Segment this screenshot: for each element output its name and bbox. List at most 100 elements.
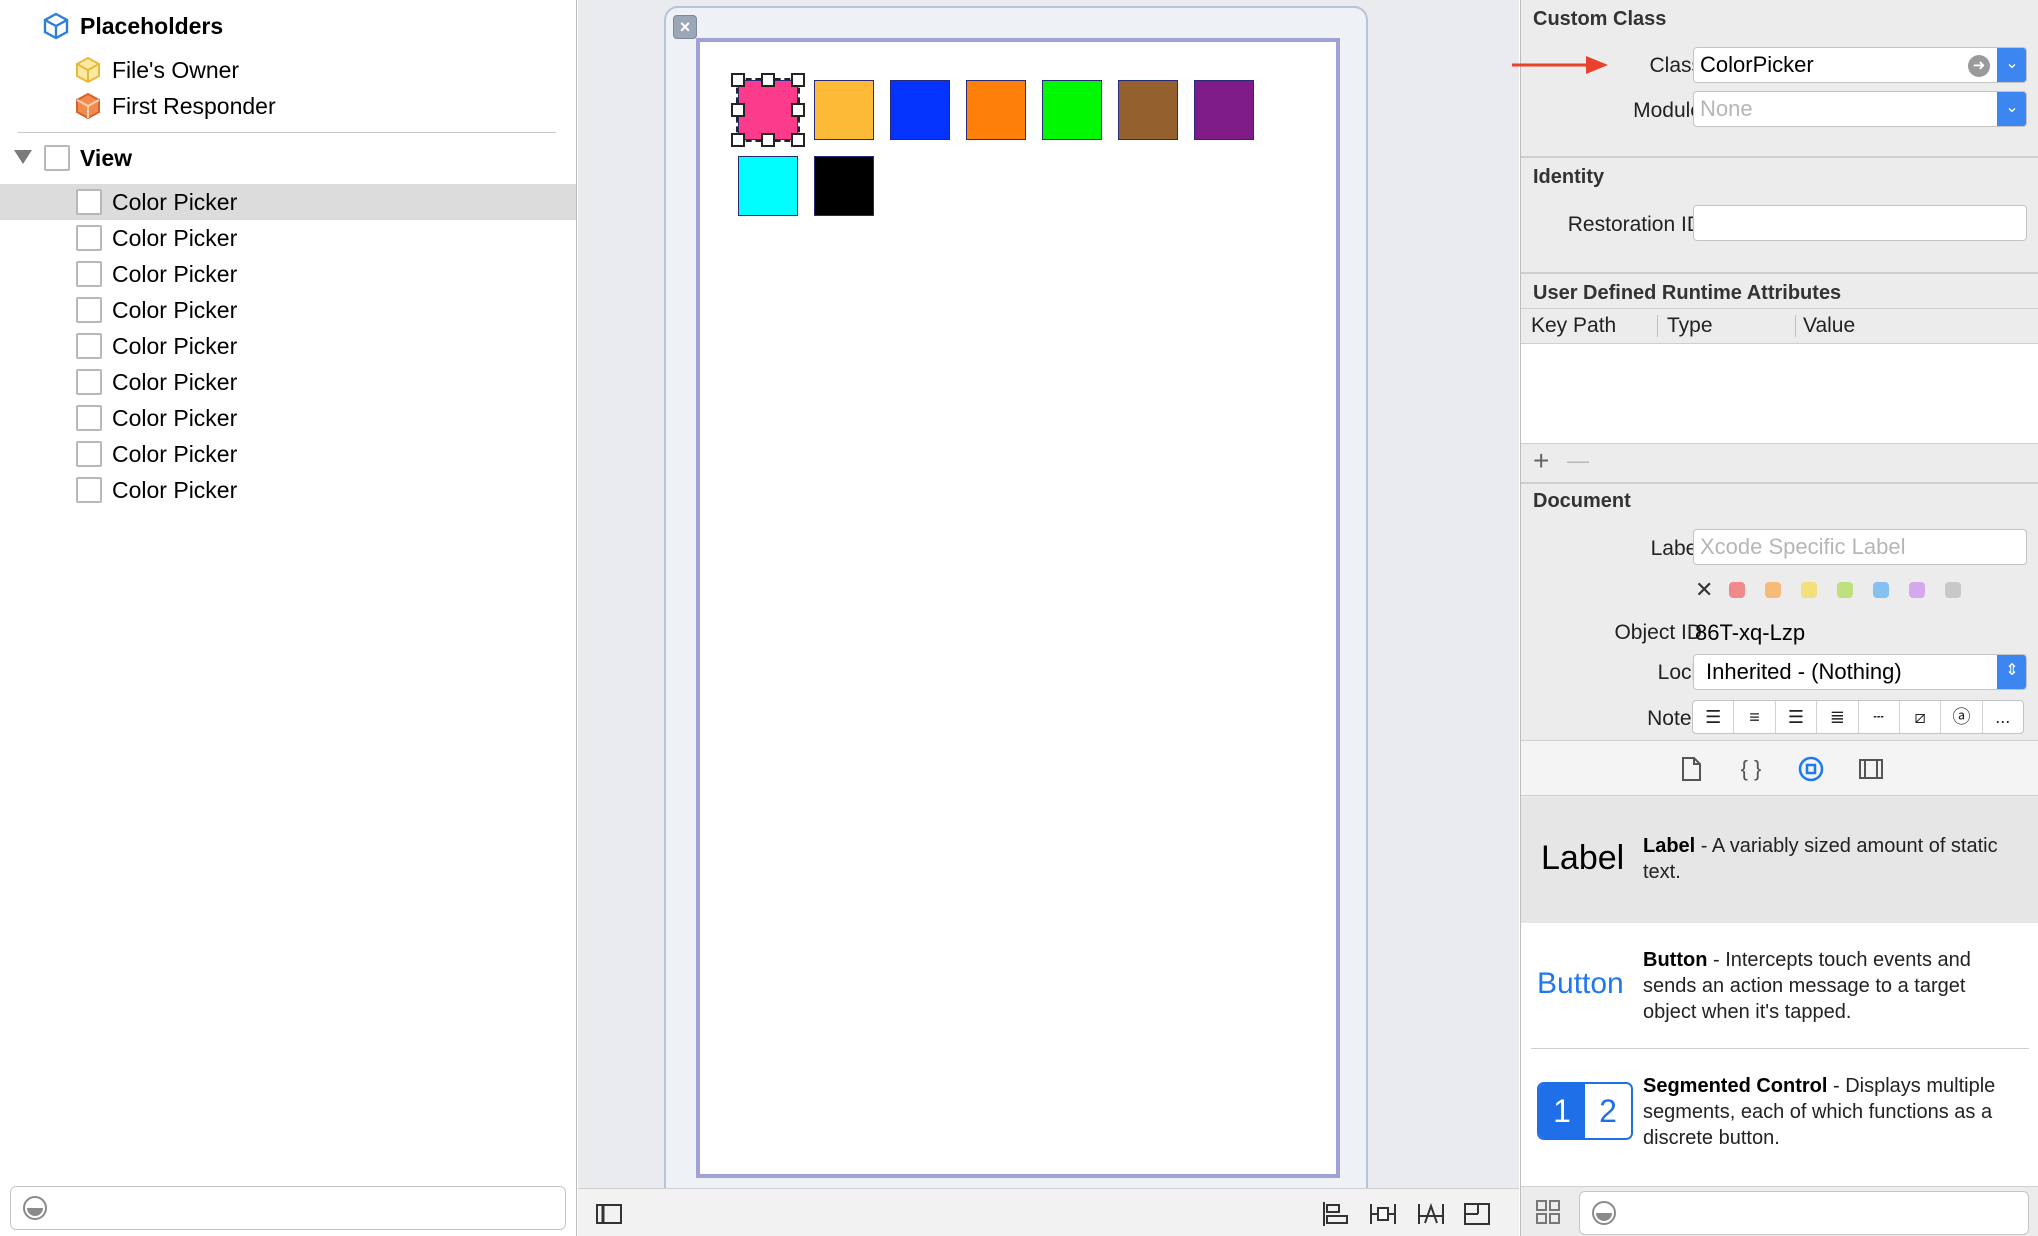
resolve-auto-layout-icon[interactable] bbox=[1416, 1199, 1446, 1229]
color-picker-object-icon bbox=[76, 369, 102, 395]
first-responder-cube-icon bbox=[76, 92, 100, 120]
color-picker-label: Color Picker bbox=[112, 224, 238, 251]
color-picker-label: Color Picker bbox=[112, 476, 238, 503]
col-key-path[interactable]: Key Path bbox=[1531, 314, 1616, 338]
label-item-title: Label bbox=[1643, 835, 1696, 857]
remove-attribute-icon[interactable]: — bbox=[1567, 446, 1589, 476]
code-snippet-library-icon[interactable]: { } bbox=[1737, 755, 1765, 783]
restoration-id-field[interactable] bbox=[1693, 205, 2027, 241]
outline-filter-field[interactable] bbox=[10, 1186, 566, 1230]
class-field[interactable]: ColorPicker ➜ ⌄ bbox=[1693, 47, 2027, 83]
close-icon[interactable]: × bbox=[673, 15, 697, 39]
color-picker-object-icon bbox=[76, 297, 102, 323]
column-divider bbox=[1795, 315, 1796, 337]
xcode-label-field[interactable]: Xcode Specific Label bbox=[1693, 529, 2027, 565]
resizing-behavior-icon[interactable] bbox=[1462, 1199, 1492, 1229]
col-value[interactable]: Value bbox=[1803, 314, 1855, 338]
label-color-gray[interactable] bbox=[1945, 582, 1961, 598]
outline-color-picker[interactable]: Color Picker bbox=[0, 328, 576, 364]
outline-color-picker[interactable]: Color Picker bbox=[0, 184, 576, 220]
outline-placeholders[interactable]: Placeholders bbox=[0, 8, 576, 44]
text-color-icon[interactable]: ⓐ bbox=[1941, 701, 1983, 733]
first-responder-label: First Responder bbox=[112, 92, 276, 119]
custom-class-title: Custom Class bbox=[1533, 8, 1667, 30]
color-swatch[interactable] bbox=[738, 156, 798, 216]
outline-color-picker[interactable]: Color Picker bbox=[0, 364, 576, 400]
resize-handle[interactable] bbox=[791, 73, 805, 87]
lock-stepper-button[interactable]: ⇕ bbox=[1997, 655, 2026, 689]
section-divider bbox=[1521, 156, 2038, 158]
align-right-icon[interactable]: ☰ bbox=[1776, 701, 1818, 733]
color-picker-label: Color Picker bbox=[112, 440, 238, 467]
toggle-outline-icon[interactable] bbox=[594, 1199, 624, 1229]
module-field[interactable]: None ⌄ bbox=[1693, 91, 2027, 127]
goto-class-arrow-icon[interactable]: ➜ bbox=[1968, 55, 1990, 77]
line-spacing-icon[interactable]: ┄ bbox=[1859, 701, 1900, 733]
outline-view[interactable]: View bbox=[0, 140, 576, 176]
outline-color-picker[interactable]: Color Picker bbox=[0, 436, 576, 472]
outline-files-owner[interactable]: File's Owner bbox=[0, 52, 576, 88]
files-owner-cube-icon bbox=[76, 56, 100, 84]
clear-label-color-icon[interactable]: ✕ bbox=[1695, 577, 1713, 603]
resize-handle[interactable] bbox=[791, 103, 805, 117]
resize-handle[interactable] bbox=[761, 133, 775, 147]
justify-icon[interactable]: ≣ bbox=[1817, 701, 1859, 733]
label-color-red[interactable] bbox=[1729, 582, 1745, 598]
file-template-library-icon[interactable] bbox=[1677, 755, 1705, 783]
view-object-icon bbox=[44, 145, 70, 171]
color-swatch[interactable] bbox=[814, 156, 874, 216]
interface-builder-canvas[interactable]: × bbox=[578, 0, 1519, 1236]
library-item-button[interactable]: Button Button - Intercepts touch events … bbox=[1521, 923, 2038, 1049]
outline-color-picker[interactable]: Color Picker bbox=[0, 220, 576, 256]
resize-handle[interactable] bbox=[731, 73, 745, 87]
outline-color-picker[interactable]: Color Picker bbox=[0, 256, 576, 292]
library-filter-field[interactable] bbox=[1579, 1191, 2029, 1235]
module-dropdown-button[interactable]: ⌄ bbox=[1997, 92, 2026, 126]
lock-popup[interactable]: Inherited - (Nothing) ⇕ bbox=[1693, 654, 2027, 690]
outline-color-picker[interactable]: Color Picker bbox=[0, 472, 576, 508]
color-swatch[interactable] bbox=[1118, 80, 1178, 140]
grid-view-icon[interactable] bbox=[1535, 1199, 1561, 1225]
object-id-value: 86T-xq-Lzp bbox=[1695, 620, 1806, 645]
col-type[interactable]: Type bbox=[1667, 314, 1713, 338]
label-color-green[interactable] bbox=[1837, 582, 1853, 598]
label-color-blue[interactable] bbox=[1873, 582, 1889, 598]
label-color-orange[interactable] bbox=[1765, 582, 1781, 598]
pin-icon[interactable] bbox=[1368, 1199, 1398, 1229]
color-swatch[interactable] bbox=[814, 80, 874, 140]
color-swatch[interactable] bbox=[966, 80, 1026, 140]
object-library-icon[interactable] bbox=[1797, 755, 1825, 783]
view-frame[interactable]: × bbox=[664, 6, 1368, 1216]
library-item-label[interactable]: Label Label - A variably sized amount of… bbox=[1521, 797, 2038, 923]
runtime-attributes-title: User Defined Runtime Attributes bbox=[1533, 282, 1842, 304]
outline-color-picker[interactable]: Color Picker bbox=[0, 400, 576, 436]
segmented-description: Segmented Control - Displays multiple se… bbox=[1643, 1073, 2023, 1151]
label-color-yellow[interactable] bbox=[1801, 582, 1817, 598]
no-background-icon[interactable]: ⧄ bbox=[1900, 701, 1942, 733]
library-tab-bar: { } bbox=[1521, 740, 2038, 796]
more-options-icon[interactable]: ... bbox=[1983, 701, 2023, 733]
button-preview: Button bbox=[1537, 967, 1624, 1000]
color-swatch[interactable] bbox=[1194, 80, 1254, 140]
add-attribute-icon[interactable]: + bbox=[1533, 446, 1549, 476]
resize-handle[interactable] bbox=[761, 73, 775, 87]
outline-color-picker[interactable]: Color Picker bbox=[0, 292, 576, 328]
align-icon[interactable] bbox=[1320, 1199, 1350, 1229]
module-label: Module bbox=[1633, 99, 1702, 122]
align-center-icon[interactable]: ≡ bbox=[1734, 701, 1776, 733]
label-color-purple[interactable] bbox=[1909, 582, 1925, 598]
button-item-title: Button bbox=[1643, 949, 1708, 971]
resize-handle[interactable] bbox=[731, 103, 745, 117]
color-swatch[interactable] bbox=[890, 80, 950, 140]
align-left-icon[interactable]: ☰ bbox=[1693, 701, 1735, 733]
filter-icon bbox=[1592, 1201, 1616, 1225]
resize-handle[interactable] bbox=[731, 133, 745, 147]
class-dropdown-button[interactable]: ⌄ bbox=[1997, 48, 2026, 82]
media-library-icon[interactable] bbox=[1857, 755, 1885, 783]
root-view[interactable] bbox=[696, 38, 1340, 1178]
runtime-attributes-table[interactable] bbox=[1521, 344, 2038, 444]
outline-first-responder[interactable]: First Responder bbox=[0, 88, 576, 124]
color-swatch[interactable] bbox=[1042, 80, 1102, 140]
button-description: Button - Intercepts touch events and sen… bbox=[1643, 947, 2023, 1025]
resize-handle[interactable] bbox=[791, 133, 805, 147]
